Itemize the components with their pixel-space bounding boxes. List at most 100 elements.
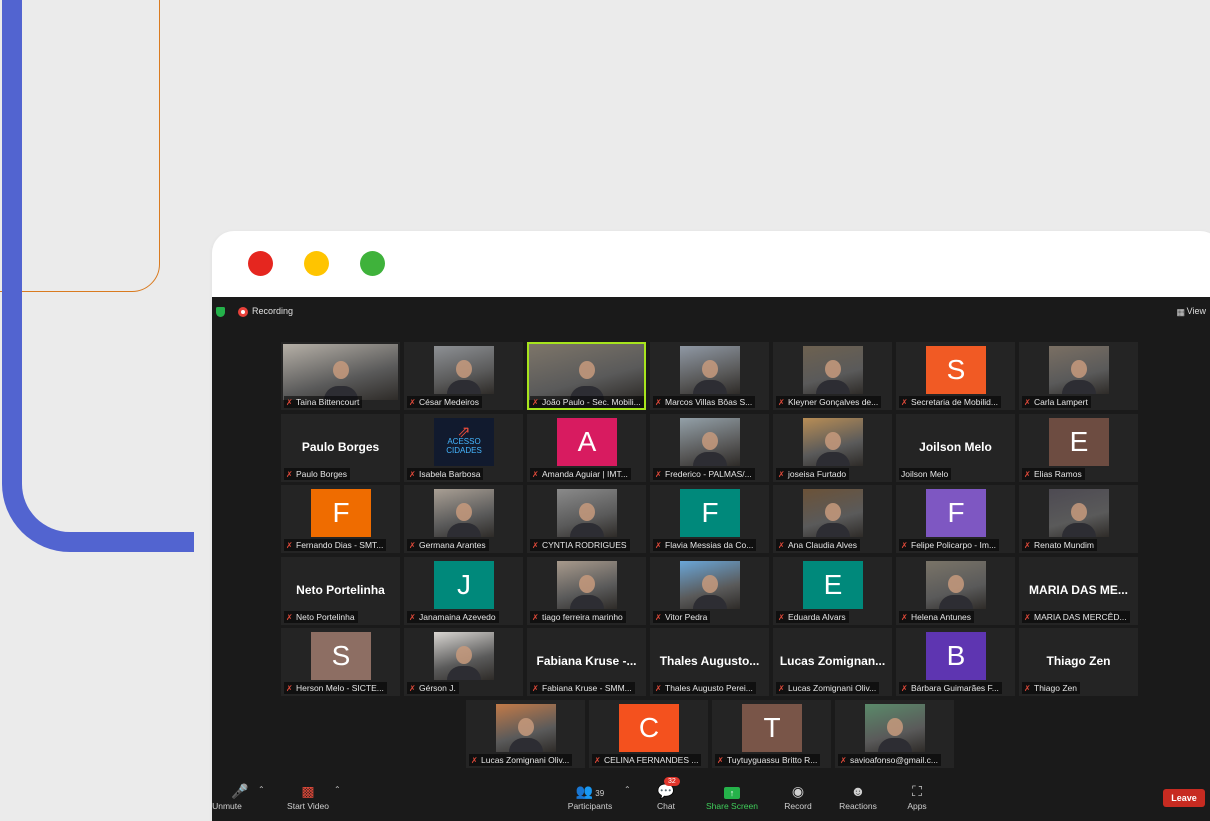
muted-mic-icon: ✗ [409,469,416,479]
participant-tile[interactable]: ⇗ ACESSO CIDADES ✗ Isabela Barbosa [404,413,523,482]
recording-label: Recording [252,306,294,316]
meeting-topbar: Recording ▦ View [212,297,1210,327]
participant-tile[interactable]: ✗ João Paulo - Sec. Mobili... [527,342,646,410]
participant-head-silhouette [579,574,595,593]
participant-tile[interactable]: ✗ Kleyner Gonçalves de... [773,342,892,410]
participant-tile[interactable]: Thales Augusto... ✗ Thales Augusto Perei..… [650,628,769,696]
participant-name: CYNTIA RODRIGUES [542,540,627,550]
participant-tile[interactable]: ✗ Carla Lampert [1019,342,1138,410]
participant-name-label: ✗ Vitor Pedra [653,610,711,623]
participant-video [680,346,740,394]
participant-head-silhouette [825,431,841,450]
participant-name: Joilson Melo [901,468,949,479]
participant-name: Paulo Borges [296,468,348,479]
participant-tile[interactable]: Thiago Zen ✗ Thiago Zen [1019,628,1138,696]
participant-tile[interactable]: Neto Portelinha ✗ Neto Portelinha [281,556,400,625]
participant-tile[interactable]: ✗ savioafonso@gmail.c... [835,699,954,768]
leave-button[interactable]: Leave [1163,789,1205,807]
participant-name-label: ✗ joseisa Furtado [776,467,850,480]
participant-name-label: ✗ MARIA DAS MERCÊD... [1022,610,1130,623]
participant-name: Janamaina Azevedo [419,611,496,622]
participant-tile[interactable]: F ✗ Fernando Dias - SMT... [281,485,400,553]
grid-view-icon[interactable]: ▦ [1176,307,1185,318]
participant-tile[interactable]: ✗ Marcos Villas Bôas S... [650,342,769,410]
audio-options-caret-icon[interactable]: ⌃ [258,785,265,794]
muted-mic-icon: ✗ [409,398,416,407]
participant-tile[interactable]: Fabiana Kruse -... ✗ Fabiana Kruse - SMM..… [527,628,646,696]
participant-tile[interactable]: ✗ Ana Claudia Alves [773,485,892,553]
minimize-window-button[interactable] [304,251,329,276]
participant-video [529,344,644,400]
participant-video [557,560,617,609]
participant-body-silhouette [693,451,727,466]
participant-video [680,560,740,609]
participant-tile[interactable]: ✗ tiago ferreira marinho [527,556,646,625]
participant-name: Eduarda Alvars [788,611,846,622]
participant-avatar: E [803,560,863,609]
shield-icon[interactable] [216,307,225,317]
participant-tile[interactable]: ✗ César Medeiros [404,342,523,410]
participant-tile[interactable]: ✗ Frederico - PALMAS/... [650,413,769,482]
participant-name-label: ✗ Lucas Zomignani Oliv... [469,753,573,766]
participant-tile[interactable]: C ✗ CELINA FERNANDES ... [589,699,708,768]
participant-name: Amanda Aguiar | IMT... [542,468,628,479]
muted-mic-icon: ✗ [286,469,293,479]
participant-name: tiago ferreira marinho [542,611,623,622]
participant-tile[interactable]: ✗ Renato Mundim [1019,485,1138,553]
participant-tile[interactable]: ✗ CYNTIA RODRIGUES [527,485,646,553]
participant-name: Lucas Zomignani Oliv... [481,754,570,765]
chat-button[interactable]: 💬 32 Chat [644,773,688,821]
apps-button[interactable]: ⛶ Apps [900,773,934,821]
participant-tile[interactable]: ✗ joseisa Furtado [773,413,892,482]
participant-display-name: Lucas Zomignan... [779,654,886,668]
participant-tile[interactable]: ✗ Lucas Zomignani Oliv... [466,699,585,768]
participant-tile[interactable]: S ✗ Herson Melo - SICTE... [281,628,400,696]
participant-tile[interactable]: ✗ Vitor Pedra [650,556,769,625]
participant-name: joseisa Furtado [788,468,847,479]
participants-caret-icon[interactable]: ⌃ [624,785,631,794]
muted-mic-icon: ✗ [1024,469,1031,479]
video-off-icon: ▩ [301,783,315,799]
participant-tile[interactable]: ✗ Taina Bittencourt [281,342,400,410]
muted-mic-icon: ✗ [901,398,908,407]
muted-mic-icon: ✗ [471,755,478,765]
unmute-button[interactable]: 🎤 Unmute ⌃ [212,773,265,821]
participant-head-silhouette [456,360,472,379]
participant-tile[interactable]: T ✗ Tuytuyguassu Britto R... [712,699,831,768]
participant-tile[interactable]: Joilson Melo Joilson Melo [896,413,1015,482]
participant-body-silhouette [447,523,481,537]
participant-tile[interactable]: J ✗ Janamaina Azevedo [404,556,523,625]
participant-tile[interactable]: F ✗ Flavia Messias da Co... [650,485,769,553]
participant-tile[interactable]: A ✗ Amanda Aguiar | IMT... [527,413,646,482]
participant-avatar: B [926,632,986,680]
muted-mic-icon: ✗ [840,755,847,765]
participant-tile[interactable]: ✗ Gérson J. [404,628,523,696]
maximize-window-button[interactable] [360,251,385,276]
participant-tile[interactable]: E ✗ Elias Ramos [1019,413,1138,482]
muted-mic-icon: ✗ [778,469,785,479]
start-video-button[interactable]: ▩ Start Video ⌃ [282,773,341,821]
participant-tile[interactable]: ✗ Helena Antunes [896,556,1015,625]
participant-tile[interactable]: Paulo Borges ✗ Paulo Borges [281,413,400,482]
participant-name: MARIA DAS MERCÊD... [1034,611,1127,622]
share-screen-button[interactable]: ↑ Share Screen [704,773,760,821]
participant-tile[interactable]: F ✗ Felipe Policarpo - Im... [896,485,1015,553]
muted-mic-icon: ✗ [778,612,785,622]
participants-button[interactable]: 👥 39 Participants ⌃ [562,773,631,821]
view-button[interactable]: View [1187,306,1206,316]
participant-tile[interactable]: MARIA DAS ME... ✗ MARIA DAS MERCÊD... [1019,556,1138,625]
participant-tile[interactable]: B ✗ Bárbara Guimarães F... [896,628,1015,696]
participant-name: Fernando Dias - SMT... [296,540,384,550]
meeting-control-bar: 🎤 Unmute ⌃ ▩ Start Video ⌃ 👥 39 Participa… [212,773,1210,821]
participant-tile[interactable]: E ✗ Eduarda Alvars [773,556,892,625]
participant-body-silhouette [1062,380,1096,394]
close-window-button[interactable] [248,251,273,276]
apps-icon: ⛶ [912,783,922,799]
participant-tile[interactable]: Lucas Zomignan... ✗ Lucas Zomignani Oliv..… [773,628,892,696]
video-options-caret-icon[interactable]: ⌃ [334,785,341,794]
participant-tile[interactable]: S ✗ Secretaria de Mobilid... [896,342,1015,410]
participant-tile[interactable]: ✗ Germana Arantes [404,485,523,553]
window-titlebar [212,231,1210,297]
record-button[interactable]: ◉ Record [778,773,818,821]
reactions-button[interactable]: ☻ Reactions [834,773,882,821]
